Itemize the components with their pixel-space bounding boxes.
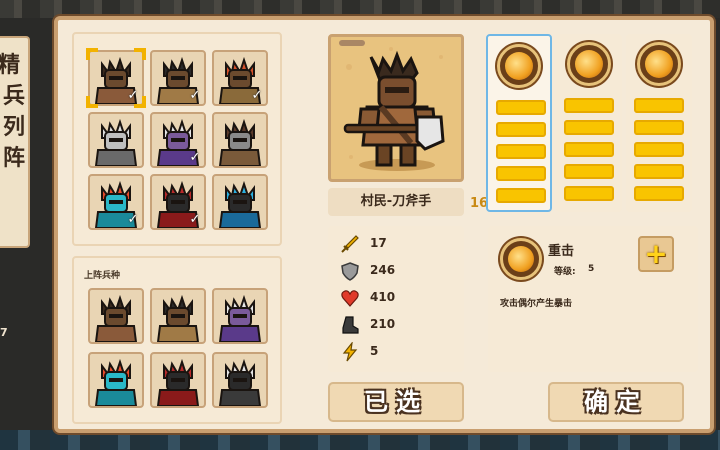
selection-corner (134, 48, 146, 60)
unit-slot-crimson-knight[interactable]: ✓ (150, 174, 206, 230)
unit-slot-skeleton-knight[interactable] (212, 352, 268, 408)
unit-slot-rogue[interactable]: ✓ (150, 50, 206, 106)
unit-slot-siege-cart[interactable] (212, 112, 268, 168)
main-panel: ✓ ✓ ✓ ✓ ✓ ✓ 上阵兵种 村民-刀斧手 16 重击 等级: 5 攻击偶尔… (54, 16, 714, 433)
skill-level-bar (564, 164, 614, 179)
heavy-strike-icon (500, 238, 542, 280)
deployed-panel: 上阵兵种 (72, 256, 282, 424)
skill-level-bar (496, 188, 546, 203)
shield-icon (341, 262, 359, 281)
unit-slot-sea-dragon[interactable] (88, 352, 144, 408)
stat-value: 210 (370, 317, 396, 331)
checkmark-icon: ✓ (251, 88, 263, 103)
sword-icon (341, 235, 359, 253)
unit-slot-rogue[interactable] (150, 288, 206, 344)
unit-slot-berserker[interactable]: ✓ (212, 50, 268, 106)
unit-slot-hooded-monk[interactable] (88, 112, 144, 168)
background-bottom (0, 430, 720, 450)
skill-column-2[interactable] (556, 34, 622, 212)
checkmark-icon: ✓ (127, 212, 139, 227)
side-banner[interactable]: 精兵列阵 (0, 36, 30, 248)
heavy-strike-icon[interactable] (497, 44, 541, 88)
skill-description: 攻击偶尔产生暴击 (500, 299, 573, 309)
skill-level-bar (564, 120, 614, 135)
skill-level-bar (496, 166, 546, 181)
plus-icon: + (644, 237, 668, 270)
shield-buff-icon[interactable] (637, 42, 681, 86)
stat-value: 410 (370, 290, 396, 304)
skill-level-bar (634, 98, 684, 113)
skill-level-value: 5 (588, 264, 595, 274)
heart-icon (341, 290, 359, 307)
unit-slot-woodcutter[interactable] (88, 288, 144, 344)
selected-button[interactable]: 已选 (328, 382, 464, 422)
skill-level-bar (564, 98, 614, 113)
portrait-pin (339, 40, 365, 46)
skill-level-bar (496, 100, 546, 115)
skill-level-bar (634, 164, 684, 179)
upgrade-skill-button[interactable]: + (638, 236, 674, 272)
unit-slot-azure-knight[interactable] (212, 174, 268, 230)
unit-name: 村民-刀斧手 (328, 188, 464, 216)
skill-level-bar (634, 120, 684, 135)
woodcutter-portrait-icon (343, 47, 445, 171)
skill-level-bar (496, 144, 546, 159)
side-count: 7 (0, 326, 8, 339)
unit-slot-dark-mage[interactable] (212, 288, 268, 344)
deployed-label: 上阵兵种 (84, 271, 121, 281)
skill-name: 重击 (548, 244, 575, 259)
skill-level-bar (634, 186, 684, 201)
unit-slot-woodcutter[interactable]: ✓ (86, 48, 146, 108)
skill-level-bar (634, 142, 684, 157)
skill-column-1[interactable] (486, 34, 552, 212)
skill-level-bar (564, 142, 614, 157)
unit-portrait (328, 34, 464, 182)
roster-panel: ✓ ✓ ✓ ✓ ✓ ✓ (72, 32, 282, 246)
unit-slot-crimson-knight[interactable] (150, 352, 206, 408)
confirm-button[interactable]: 确定 (548, 382, 684, 422)
unit-slot-sea-dragon[interactable]: ✓ (88, 174, 144, 230)
unit-slot-dark-mage[interactable]: ✓ (150, 112, 206, 168)
checkmark-icon: ✓ (189, 212, 201, 227)
selection-corner (86, 96, 98, 108)
boot-icon (342, 316, 359, 334)
stat-value: 17 (370, 236, 387, 250)
checkmark-icon: ✓ (189, 88, 201, 103)
whirlwind-icon[interactable] (567, 42, 611, 86)
lightning-icon (342, 342, 358, 362)
skill-column-3[interactable] (626, 34, 692, 212)
selection-corner (86, 48, 98, 60)
stat-value: 246 (370, 263, 396, 277)
side-banner-title: 精兵列阵 (0, 53, 25, 171)
skill-level-label: 等级: (554, 267, 576, 277)
selection-corner (134, 96, 146, 108)
skill-level-bar (564, 186, 614, 201)
skill-level-bar (496, 122, 546, 137)
skill-detail-panel: 重击 等级: 5 攻击偶尔产生暴击 + (488, 226, 698, 372)
checkmark-icon: ✓ (189, 150, 201, 165)
stat-value: 5 (370, 344, 379, 358)
